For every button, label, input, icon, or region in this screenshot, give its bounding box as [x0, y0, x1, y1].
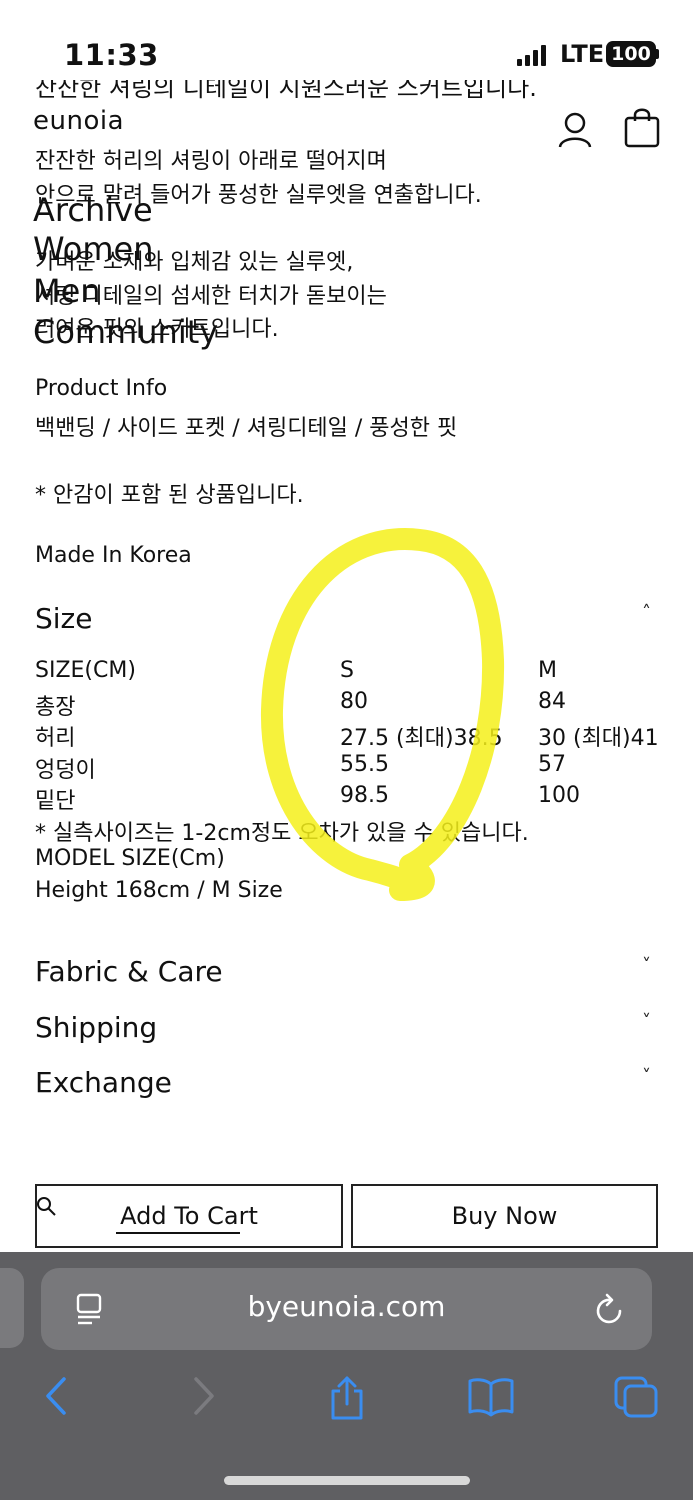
buy-now-button[interactable]: Buy Now — [351, 1184, 658, 1248]
highlight-annotation — [260, 528, 505, 901]
model-size-label: MODEL SIZE(Cm) — [35, 846, 225, 871]
chevron-down-icon[interactable]: ˅ — [642, 1066, 651, 1087]
share-icon[interactable] — [328, 1375, 366, 1421]
size-section-title[interactable]: Size — [35, 602, 92, 635]
status-time: 11:33 — [64, 38, 159, 72]
exchange-section[interactable]: Exchange — [35, 1066, 172, 1099]
product-info-details: 백밴딩 / 사이드 포켓 / 셔링디테일 / 풍성한 핏 — [35, 416, 458, 441]
nav-men[interactable]: Men — [33, 272, 101, 310]
shipping-section[interactable]: Shipping — [35, 1011, 157, 1044]
product-origin: Made In Korea — [35, 543, 192, 568]
size-header-label: SIZE(CM) — [35, 658, 136, 683]
reader-icon[interactable] — [74, 1292, 104, 1326]
product-info-title: Product Info — [35, 376, 168, 401]
table-cell: 100 — [538, 783, 580, 808]
table-cell: 밑단 — [35, 789, 76, 814]
home-indicator — [224, 1476, 470, 1485]
model-size-value: Height 168cm / M Size — [35, 878, 283, 903]
nav-women[interactable]: Women — [33, 230, 153, 268]
forward-icon[interactable] — [190, 1375, 218, 1417]
nav-community[interactable]: Community — [33, 313, 218, 351]
chevron-up-icon[interactable]: ˄ — [642, 602, 651, 623]
user-icon[interactable] — [558, 112, 592, 148]
add-to-cart-button[interactable]: Add To Cart — [35, 1184, 343, 1248]
fabric-care-section[interactable]: Fabric & Care — [35, 955, 223, 988]
signal-icon — [517, 44, 549, 66]
description-line: 잔잔한 허리의 셔링이 아래로 떨어지며 — [35, 149, 387, 174]
table-cell: 30 (최대)41 — [538, 726, 659, 751]
cart-underline — [116, 1232, 240, 1234]
tabs-icon[interactable] — [613, 1375, 659, 1419]
table-cell: 총장 — [35, 695, 76, 720]
table-cell: 57 — [538, 752, 566, 777]
previous-tab-peek[interactable] — [0, 1268, 24, 1348]
bookmarks-icon[interactable] — [467, 1375, 515, 1417]
product-info-note: * 안감이 포함 된 상품입니다. — [35, 483, 304, 508]
battery-icon: 100 — [606, 41, 656, 67]
size-header-m: M — [538, 658, 557, 683]
network-label: LTE — [560, 40, 605, 68]
table-cell: 허리 — [35, 726, 76, 751]
table-cell: 엉덩이 — [35, 758, 96, 783]
chevron-down-icon[interactable]: ˅ — [642, 955, 651, 976]
chevron-down-icon[interactable]: ˅ — [642, 1011, 651, 1032]
table-cell: 84 — [538, 689, 566, 714]
clipped-text-line: 잔잔한 셔링의 디테일이 시원스러운 스커트입니다. — [35, 80, 537, 100]
url-text[interactable]: byeunoia.com — [41, 1290, 652, 1323]
battery-tip — [656, 49, 659, 59]
shopping-bag-icon[interactable] — [624, 106, 660, 148]
nav-archive[interactable]: Archive — [33, 191, 153, 229]
brand-logo[interactable]: eunoia — [33, 106, 124, 136]
back-icon[interactable] — [42, 1375, 70, 1417]
search-icon — [37, 1197, 56, 1216]
reload-icon[interactable] — [594, 1292, 626, 1326]
